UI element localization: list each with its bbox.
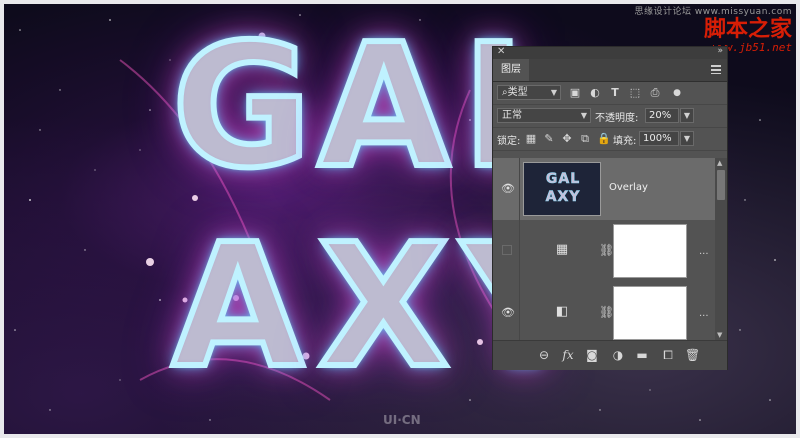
link-chain-icon[interactable]: ⛓	[599, 243, 614, 257]
delete-layer-icon[interactable]: 🗑	[685, 348, 700, 362]
layer-name[interactable]: Overlay	[609, 182, 648, 193]
fill-label: 填充:	[613, 136, 637, 147]
watermark-brand: 脚本之家	[703, 16, 792, 42]
fill-slider-icon[interactable]: ▼	[680, 131, 694, 146]
artwork-letter: A	[169, 208, 307, 406]
artwork-letter: G	[169, 8, 315, 206]
lock-all-icon[interactable]: 🔒	[597, 133, 611, 145]
visibility-toggle-off[interactable]	[502, 245, 512, 255]
new-group-icon[interactable]: ▬	[635, 348, 649, 362]
chevron-down-icon: ▼	[580, 111, 587, 120]
blend-mode-value: 正常	[502, 110, 522, 121]
lock-transparent-icon[interactable]: ▦	[525, 133, 537, 145]
filter-toggle-icon[interactable]: ●	[671, 87, 683, 99]
artwork-letter: A	[315, 8, 453, 206]
filter-kind-dropdown[interactable]: ⌕类型 ▼	[497, 85, 561, 100]
lock-artboard-icon[interactable]: ⧉	[579, 133, 591, 145]
image-filter-icon[interactable]: ▣	[569, 87, 581, 99]
fill-value: 100%	[643, 133, 672, 144]
grid-adjustment-icon: ▦	[555, 242, 569, 257]
adjustment-filter-icon[interactable]: ◐	[589, 87, 601, 99]
blend-opacity-row: 正常 ▼ 不透明度: 20% ▼	[493, 105, 727, 128]
scroll-up-icon[interactable]: ▲	[717, 159, 722, 167]
eye-icon[interactable]: 👁	[500, 305, 516, 321]
layers-bottom-toolbar: ⊖ fx ◙ ◑ ▬ ⧠ 🗑	[493, 340, 727, 370]
layer-mask-thumbnail[interactable]	[613, 286, 687, 340]
layer-thumbnail: GAL AXY	[523, 162, 601, 216]
eye-icon[interactable]: 👁	[500, 181, 516, 197]
fill-input[interactable]: 100% ▼	[639, 131, 694, 146]
collapse-panel-icon[interactable]: »	[717, 46, 723, 56]
layer-row-gradient-map[interactable]: 👁 ◧ ⛓ ...	[493, 282, 715, 340]
panel-tab-row: 图层	[493, 59, 727, 82]
layers-scrollbar[interactable]: ▲ ▼	[715, 158, 727, 340]
link-chain-icon[interactable]: ⛓	[599, 305, 614, 319]
divider	[519, 220, 520, 282]
chevron-down-icon: ▼	[550, 88, 557, 97]
new-layer-icon[interactable]: ⧠	[661, 348, 675, 362]
link-layers-icon[interactable]: ⊖	[537, 348, 551, 362]
opacity-input[interactable]: 20% ▼	[645, 108, 694, 123]
scroll-down-icon[interactable]: ▼	[717, 331, 722, 339]
layer-row-overlay[interactable]: 👁 GAL AXY Overlay	[493, 158, 715, 221]
close-panel-icon[interactable]: ✕	[497, 46, 505, 57]
panel-title-strip: ✕ »	[493, 46, 727, 59]
panel-menu-icon[interactable]	[711, 65, 721, 74]
opacity-slider-icon[interactable]: ▼	[680, 108, 694, 123]
lock-fill-row: 锁定: ▦ ✎ ✥ ⧉ 🔒 填充: 100% ▼	[493, 128, 727, 151]
uicn-logo: UI·CN	[383, 413, 421, 427]
shape-filter-icon[interactable]: ⬚	[629, 87, 641, 99]
thumbnail-text-line1: GAL	[545, 171, 581, 188]
new-adjustment-icon[interactable]: ◑	[611, 348, 625, 362]
lock-position-icon[interactable]: ✥	[561, 133, 573, 145]
type-filter-icon[interactable]: T	[609, 87, 621, 99]
opacity-value: 20%	[649, 110, 672, 121]
fx-icon[interactable]: fx	[561, 348, 575, 362]
blend-mode-dropdown[interactable]: 正常 ▼	[497, 108, 591, 123]
lock-label: 锁定:	[497, 136, 521, 147]
filter-kind-label: 类型	[507, 87, 528, 98]
smart-object-filter-icon[interactable]: ⎙	[649, 87, 661, 99]
layer-mask-thumbnail[interactable]	[613, 224, 687, 278]
ellipsis: ...	[699, 308, 709, 319]
layers-panel: ✕ » 图层 ⌕类型 ▼ ▣ ◐ T ⬚ ⎙ ● 正常 ▼ 不透明度: 20% …	[493, 46, 727, 370]
gradient-map-icon: ◧	[555, 304, 569, 319]
divider	[519, 282, 520, 340]
scroll-thumb[interactable]	[717, 170, 725, 200]
tab-layers[interactable]: 图层	[493, 59, 529, 81]
artwork-letter: X	[315, 208, 452, 406]
layer-row-adjustment[interactable]: ▦ ⛓ ...	[493, 220, 715, 283]
opacity-label: 不透明度:	[595, 113, 639, 124]
ellipsis: ...	[699, 246, 709, 257]
lock-pixels-icon[interactable]: ✎	[543, 133, 555, 145]
add-mask-icon[interactable]: ◙	[585, 348, 599, 362]
divider	[519, 158, 520, 220]
layer-filter-row: ⌕类型 ▼ ▣ ◐ T ⬚ ⎙ ●	[493, 82, 727, 105]
layers-list: 👁 GAL AXY Overlay ▦ ⛓ ... 👁 ◧ ⛓ ...	[493, 158, 715, 340]
thumbnail-text-line2: AXY	[545, 189, 581, 206]
